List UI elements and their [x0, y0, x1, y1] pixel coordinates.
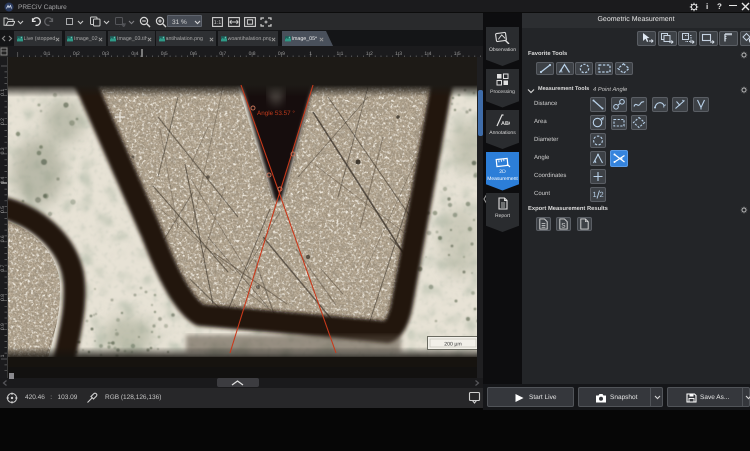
svg-text:0.9: 0.9: [0, 323, 6, 330]
svg-text:0.2: 0.2: [0, 118, 6, 125]
svg-text:1: 1: [0, 354, 6, 357]
svg-text:0.7: 0.7: [0, 264, 6, 271]
svg-text:Angle 53.57 °: Angle 53.57 °: [257, 110, 295, 117]
svg-text:2: 2: [600, 190, 604, 199]
svg-text:0.6: 0.6: [0, 235, 6, 242]
svg-text:0.8: 0.8: [0, 294, 6, 301]
svg-text:1: 1: [593, 190, 597, 199]
svg-text:0.3: 0.3: [0, 147, 6, 154]
svg-text:1:1: 1:1: [214, 20, 222, 26]
svg-text:200 µm: 200 µm: [444, 342, 461, 348]
svg-text:0.5: 0.5: [0, 206, 6, 213]
svg-text:ABC: ABC: [501, 121, 510, 127]
svg-text:S: S: [561, 223, 566, 229]
svg-text:0.1: 0.1: [0, 89, 6, 96]
